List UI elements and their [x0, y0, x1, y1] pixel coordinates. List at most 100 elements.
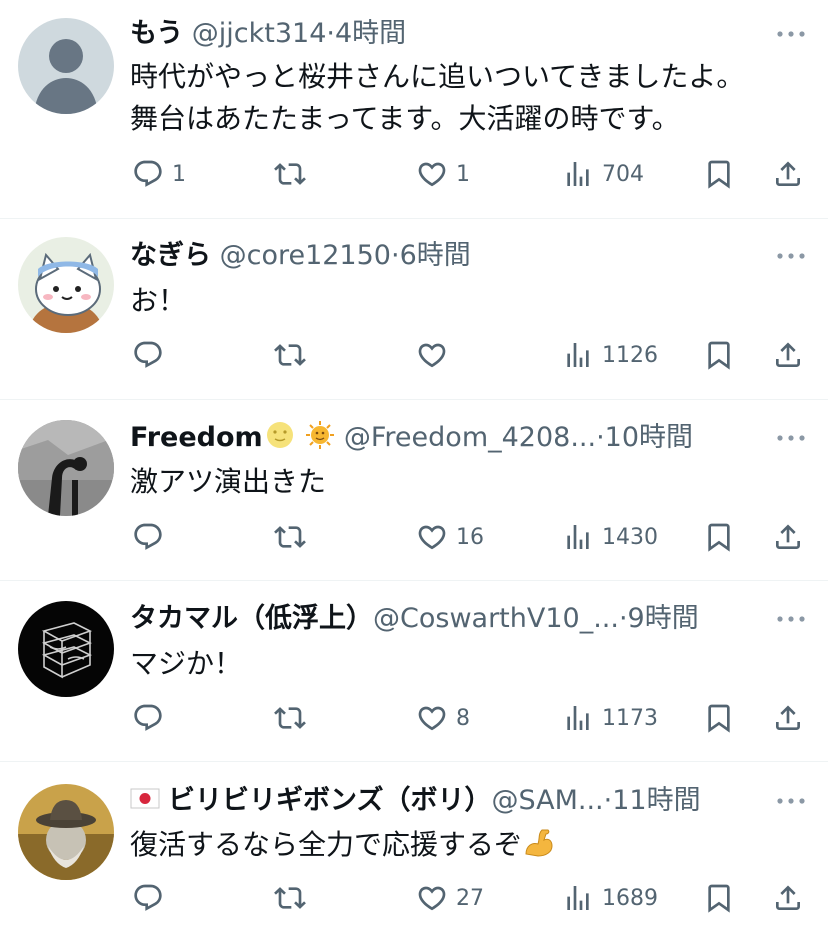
share-button[interactable]	[772, 698, 804, 738]
tweet[interactable]: タカマル（低浮上）@CoswarthV10_...·9時間 マジか！ 8 117…	[0, 581, 828, 761]
view-count: 704	[602, 161, 644, 187]
like-count: 27	[456, 885, 484, 911]
reply-button[interactable]	[132, 517, 164, 557]
more-options-icon[interactable]	[774, 784, 808, 818]
user-handle[interactable]: @CoswarthV10_...	[373, 603, 619, 634]
flexed-biceps-emoji	[522, 826, 556, 860]
share-icon	[772, 339, 804, 371]
timestamp[interactable]: 4時間	[335, 18, 406, 49]
dark-sketch-avatar[interactable]	[18, 601, 114, 697]
tweet[interactable]: なぎら @core12150·6時間 お！ 1126	[0, 219, 828, 399]
reply-feed: もう @jjckt314·4時間 時代がやっと桜井さんに追いついてきましたよ。 …	[0, 0, 828, 938]
hat-photo-avatar[interactable]	[18, 784, 114, 880]
user-handle[interactable]: @jjckt314	[192, 18, 327, 49]
like-count: 1	[456, 161, 470, 187]
heart-icon	[416, 339, 448, 371]
timestamp[interactable]: 10時間	[605, 422, 693, 453]
bookmark-icon	[703, 882, 735, 914]
display-name[interactable]: Freedom	[130, 422, 263, 453]
like-count: 8	[456, 705, 470, 731]
retweet-button[interactable]	[274, 517, 306, 557]
like-button[interactable]: 27	[416, 878, 484, 918]
views-button[interactable]: 1430	[562, 517, 658, 557]
reply-count: 1	[172, 161, 186, 187]
tweet-text: 復活するなら全力で応援するぞ	[130, 828, 523, 861]
views-button[interactable]: 1126	[562, 335, 658, 375]
more-options-icon[interactable]	[774, 421, 808, 455]
reply-icon	[132, 339, 164, 371]
tweet[interactable]: Freedom @Freedom_4208...·10時間 激アツ演出きた 16…	[0, 400, 828, 580]
share-button[interactable]	[772, 154, 804, 194]
heart-icon	[416, 158, 448, 190]
view-count: 1173	[602, 705, 658, 731]
view-count: 1126	[602, 342, 658, 368]
bookmark-icon	[703, 339, 735, 371]
tweet[interactable]: もう @jjckt314·4時間 時代がやっと桜井さんに追いついてきましたよ。 …	[0, 0, 828, 218]
retweet-icon	[274, 339, 306, 371]
user-handle[interactable]: @SAM...	[491, 785, 603, 816]
like-button[interactable]	[416, 335, 448, 375]
bookmark-button[interactable]	[703, 517, 735, 557]
views-button[interactable]: 1689	[562, 878, 658, 918]
reply-button[interactable]	[132, 878, 164, 918]
share-button[interactable]	[772, 517, 804, 557]
default-avatar[interactable]	[18, 18, 114, 114]
reply-button[interactable]	[132, 698, 164, 738]
user-handle[interactable]: @core12150	[220, 240, 391, 271]
reply-icon	[132, 158, 164, 190]
share-button[interactable]	[772, 335, 804, 375]
share-icon	[772, 521, 804, 553]
display-name[interactable]: ビリビリギボンズ（ボリ）	[168, 785, 491, 816]
share-icon	[772, 882, 804, 914]
views-button[interactable]: 704	[562, 154, 644, 194]
views-button[interactable]: 1173	[562, 698, 658, 738]
like-button[interactable]: 8	[416, 698, 470, 738]
share-icon	[772, 702, 804, 734]
bookmark-button[interactable]	[703, 335, 735, 375]
retweet-icon	[274, 158, 306, 190]
sun-with-face-emoji	[305, 420, 335, 450]
cat-character-avatar[interactable]	[18, 237, 114, 333]
full-moon-face-emoji	[265, 420, 295, 450]
like-button[interactable]: 16	[416, 517, 484, 557]
action-bar: 1126	[0, 335, 828, 375]
display-name[interactable]: もう	[130, 18, 183, 49]
reply-button[interactable]	[132, 335, 164, 375]
separator-dot: ·	[618, 603, 628, 634]
display-name[interactable]: タカマル（低浮上）	[130, 603, 373, 634]
more-options-icon[interactable]	[774, 239, 808, 273]
share-icon	[772, 158, 804, 190]
bookmark-icon	[703, 521, 735, 553]
bookmark-button[interactable]	[703, 878, 735, 918]
separator-dot: ·	[326, 18, 335, 49]
more-options-icon[interactable]	[774, 17, 808, 51]
bookmark-button[interactable]	[703, 154, 735, 194]
share-button[interactable]	[772, 878, 804, 918]
user-handle[interactable]: @Freedom_4208...	[344, 422, 596, 453]
bookmark-icon	[703, 158, 735, 190]
retweet-icon	[274, 702, 306, 734]
tweet[interactable]: ビリビリギボンズ（ボリ）@SAM...·11時間 復活するなら全力で応援するぞ …	[0, 762, 828, 938]
action-bar: 16 1430	[0, 517, 828, 557]
bookmark-icon	[703, 702, 735, 734]
retweet-button[interactable]	[274, 154, 306, 194]
action-bar: 27 1689	[0, 878, 828, 918]
silhouette-photo-avatar[interactable]	[18, 420, 114, 516]
tweet-text-container: 復活するなら全力で応援するぞ	[130, 824, 798, 866]
bookmark-button[interactable]	[703, 698, 735, 738]
view-count: 1689	[602, 885, 658, 911]
more-options-icon[interactable]	[774, 602, 808, 636]
tweet-header: なぎら @core12150·6時間	[130, 236, 732, 276]
retweet-button[interactable]	[274, 878, 306, 918]
reply-button[interactable]: 1	[132, 154, 186, 194]
timestamp[interactable]: 9時間	[628, 603, 699, 634]
retweet-button[interactable]	[274, 335, 306, 375]
like-button[interactable]: 1	[416, 154, 470, 194]
tweet-text: お！	[130, 284, 187, 317]
timestamp[interactable]: 6時間	[400, 240, 471, 271]
retweet-button[interactable]	[274, 698, 306, 738]
timestamp[interactable]: 11時間	[612, 785, 700, 816]
reply-icon	[132, 882, 164, 914]
display-name[interactable]: なぎら	[130, 240, 211, 271]
japan-flag-emoji	[130, 783, 160, 813]
